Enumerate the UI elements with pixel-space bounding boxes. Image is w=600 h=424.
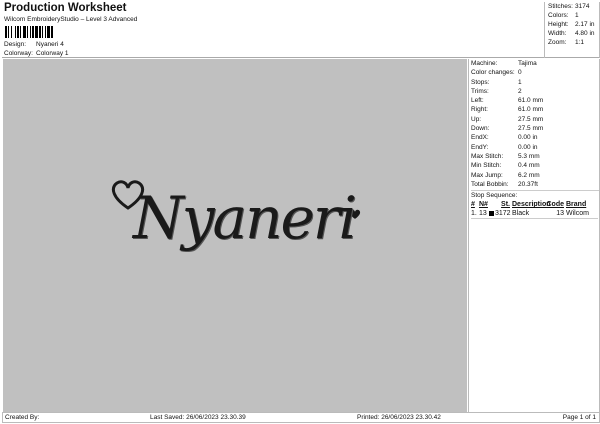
details-panel: Machine: Tajima Color changes: 0 Stops: 1 Trim… xyxy=(468,59,600,412)
software-name: Wilcom EmbroideryStudio – Level 3 Advanc… xyxy=(4,16,138,23)
detail-label: Down: xyxy=(471,125,490,133)
detail-row: Max Stitch: 5.3 mm xyxy=(471,152,599,161)
detail-value: 27.5 mm xyxy=(518,115,544,123)
detail-row: Down: 27.5 mm xyxy=(471,124,599,133)
detail-label: Left: xyxy=(471,97,484,105)
detail-label: EndX: xyxy=(471,134,489,142)
detail-label: Up: xyxy=(471,115,482,123)
detail-row: Left: 61.0 mm xyxy=(471,96,599,105)
summary-box: Stitches: 3174 Colors: 1 Height: 2.17 in Wi… xyxy=(544,2,600,58)
row-code: 13 xyxy=(556,210,564,218)
detail-value: 1 xyxy=(518,78,522,86)
detail-row: Up: 27.5 mm xyxy=(471,115,599,124)
detail-value: 61.0 mm xyxy=(518,106,544,114)
detail-value: 2 xyxy=(518,87,522,95)
detail-row: Machine: Tajima xyxy=(471,59,599,68)
detail-label: Total Bobbin: xyxy=(471,180,509,188)
summary-row: Width: 4.80 in xyxy=(548,29,599,38)
stop-sequence-table: # N# St. Description Code Brand 1. 13 31… xyxy=(471,200,598,220)
detail-label: EndY: xyxy=(471,143,489,151)
row-needle: 13 xyxy=(479,210,487,218)
summary-value: 2.17 in xyxy=(575,21,595,28)
col-header: # xyxy=(471,201,475,209)
detail-row: Max Jump: 6.2 mm xyxy=(471,171,599,180)
summary-row: Zoom: 1:1 xyxy=(548,38,599,47)
header-divider xyxy=(2,57,600,58)
detail-label: Min Stitch: xyxy=(471,162,502,170)
row-index: 1. xyxy=(471,210,477,218)
detail-row: Color changes: 0 xyxy=(471,68,599,77)
detail-value: 61.0 mm xyxy=(518,97,544,105)
design-label: Design: xyxy=(4,41,27,48)
detail-label: Machine: xyxy=(471,60,498,67)
detail-row: EndY: 0.00 in xyxy=(471,143,599,152)
detail-row: Total Bobbin: 20.37ft xyxy=(471,180,599,189)
summary-row: Stitches: 3174 xyxy=(548,2,599,11)
table-header: # N# St. Description Code Brand xyxy=(471,200,598,209)
summary-label: Width: xyxy=(548,30,567,37)
detail-label: Max Stitch: xyxy=(471,152,504,160)
stitch-count: 3172 xyxy=(495,210,511,218)
design-value: Nyaneri 4 xyxy=(36,41,64,48)
row-brand: Wilcom xyxy=(566,210,589,218)
detail-value: 0 xyxy=(518,69,522,77)
col-header: St. xyxy=(501,201,510,209)
summary-label: Stitches: xyxy=(548,3,573,10)
summary-value: 3174 xyxy=(575,3,590,10)
footer: Created By: Last Saved: 26/06/2023 23.30… xyxy=(2,412,600,423)
detail-row: Min Stitch: 0.4 mm xyxy=(471,161,599,170)
row-description: Black xyxy=(512,210,530,218)
worksheet-title: Production Worksheet xyxy=(4,2,127,14)
col-header-brand: Brand xyxy=(566,201,587,209)
detail-label: Right: xyxy=(471,106,488,114)
embroidery-design-text: Nyaneri xyxy=(133,184,357,252)
row-stitches: 3172 xyxy=(489,209,511,218)
page-number: Page 1 of 1 xyxy=(562,414,596,421)
col-header: Description xyxy=(512,201,551,209)
detail-value: 0.4 mm xyxy=(518,162,540,170)
detail-value: 5.3 mm xyxy=(518,152,540,160)
stop-sequence-title: Stop Sequence: xyxy=(471,190,599,200)
color-swatch xyxy=(489,210,494,216)
col-header: N# xyxy=(479,201,488,209)
detail-label: Max Jump: xyxy=(471,171,503,179)
details-list: Machine: Tajima Color changes: 0 Stops: 1 Trim… xyxy=(471,59,599,189)
summary-label: Height: xyxy=(548,21,569,28)
detail-label: Stops: xyxy=(471,78,490,86)
printed-date: Printed: 26/06/2023 23.30.42 xyxy=(357,414,441,421)
design-row: Design: Nyaneri 4 xyxy=(4,40,64,49)
detail-row: Right: 61.0 mm xyxy=(471,105,599,114)
detail-row: EndX: 0.00 in xyxy=(471,133,599,142)
barcode xyxy=(5,26,83,38)
summary-row: Colors: 1 xyxy=(548,11,599,20)
summary-label: Zoom: xyxy=(548,39,567,46)
design-preview: Nyaneri xyxy=(3,59,467,412)
summary-value: 1:1 xyxy=(575,39,585,46)
last-saved: Last Saved: 26/06/2023 23.30.39 xyxy=(150,414,246,421)
detail-label: Trims: xyxy=(471,87,489,95)
detail-value: 27.5 mm xyxy=(518,125,544,133)
colorway-value: Colorway 1 xyxy=(36,50,69,57)
created-by: Created By: xyxy=(5,414,40,421)
summary-value: 1 xyxy=(575,12,579,19)
detail-value: Tajima xyxy=(518,60,537,67)
summary-row: Height: 2.17 in xyxy=(548,20,599,29)
detail-row: Trims: 2 xyxy=(471,87,599,96)
col-header: Code xyxy=(546,201,565,209)
detail-label: Color changes: xyxy=(471,69,515,77)
barcode-bar xyxy=(53,26,54,38)
detail-value: 20.37ft xyxy=(518,180,538,188)
summary-label: Colors: xyxy=(548,12,569,19)
detail-value: 0.00 in xyxy=(518,134,538,142)
table-row: 1. 13 3172 Black 13 Wilcom xyxy=(471,209,598,218)
detail-value: 6.2 mm xyxy=(518,171,540,179)
detail-row: Stops: 1 xyxy=(471,78,599,87)
detail-value: 0.00 in xyxy=(518,143,538,151)
summary-value: 4.80 in xyxy=(575,30,595,37)
